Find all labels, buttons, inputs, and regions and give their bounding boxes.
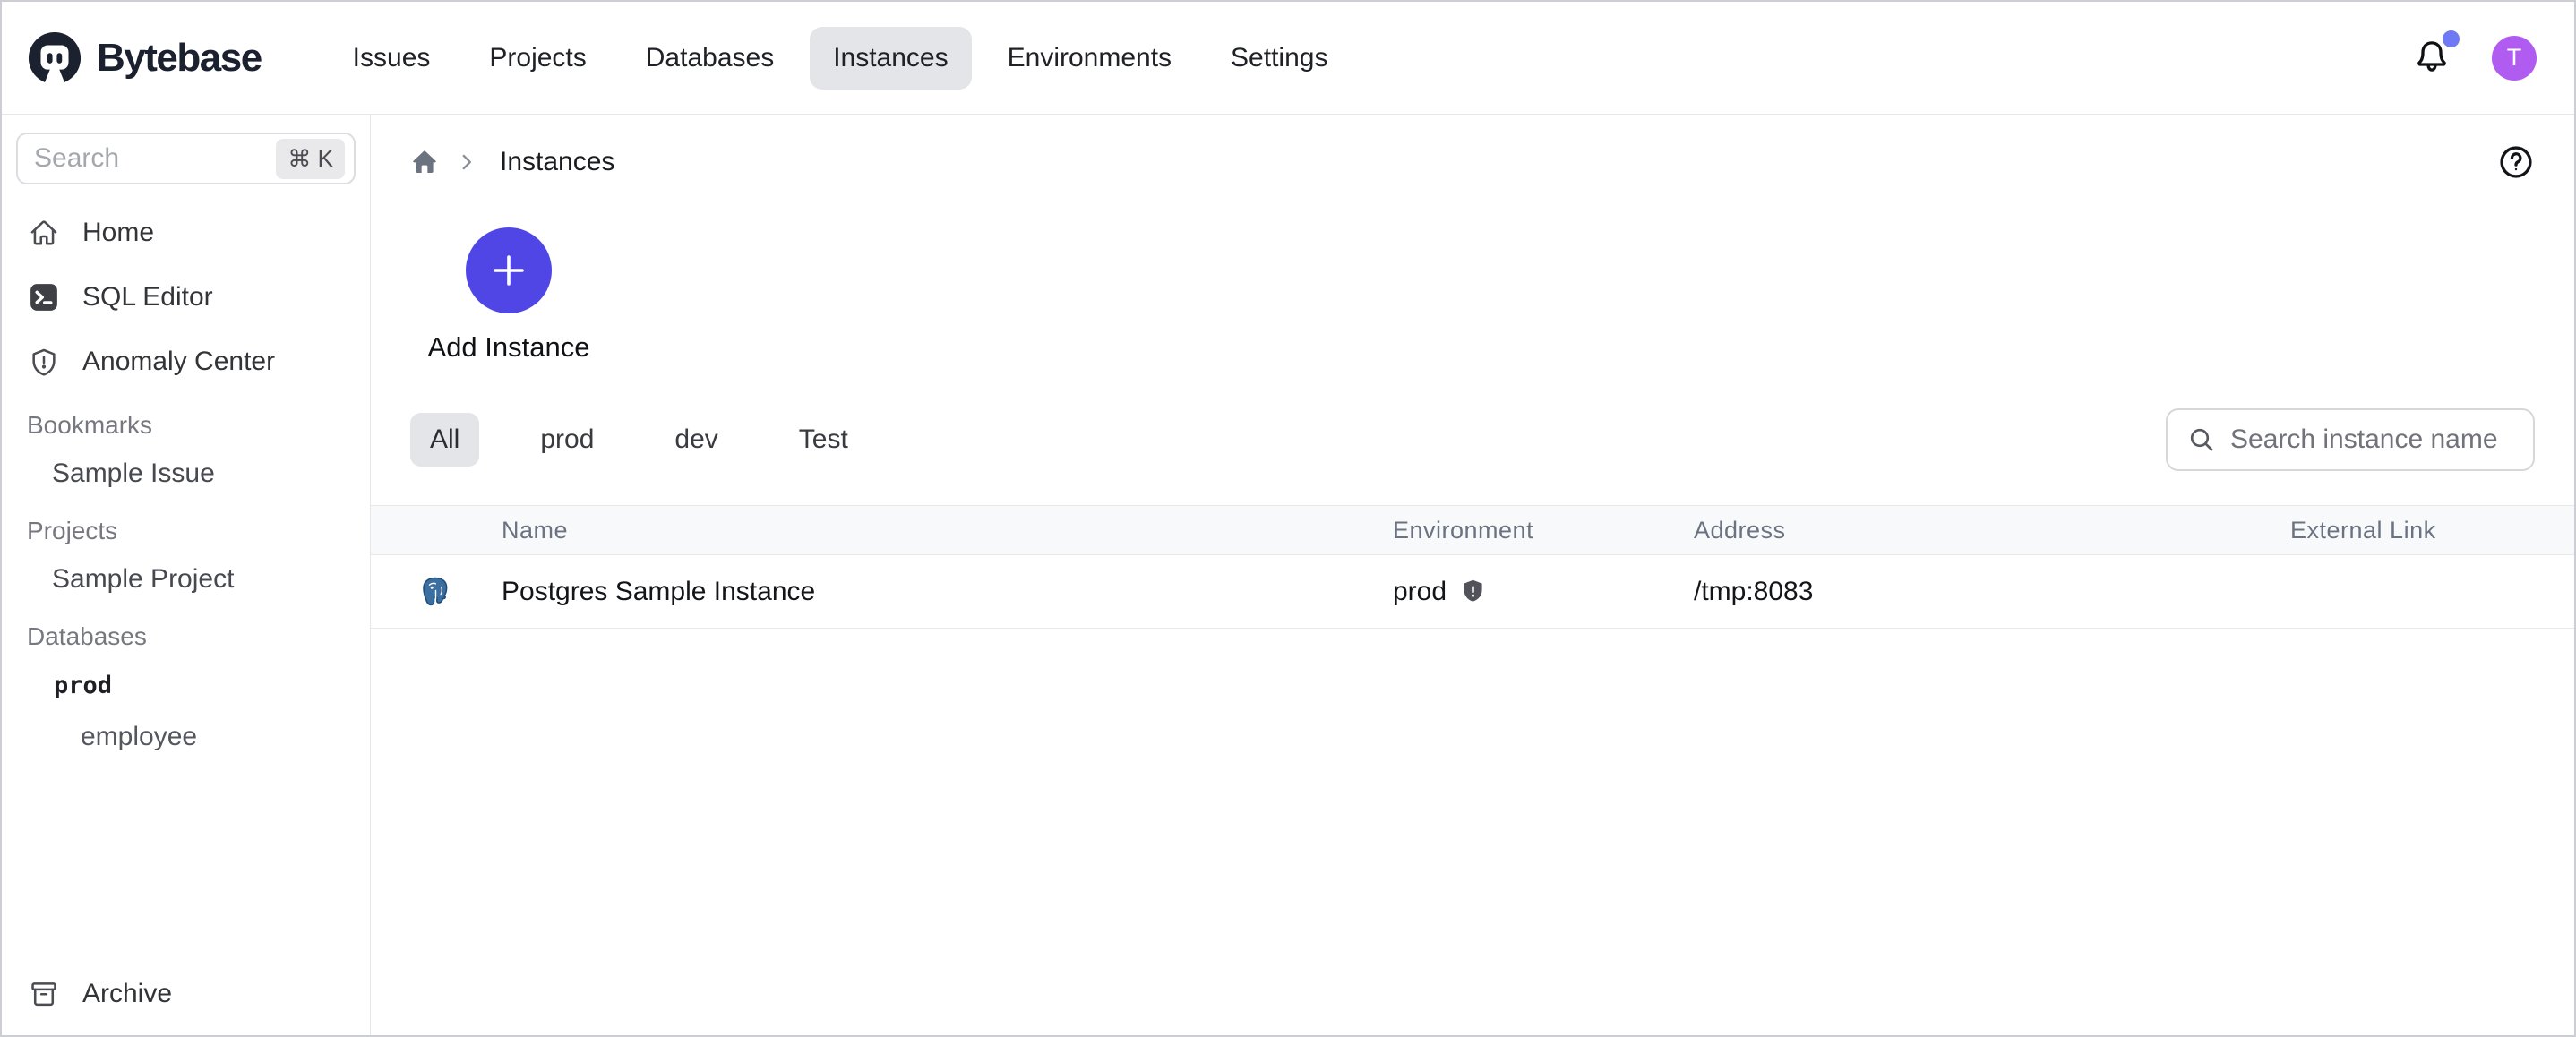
header-address: Address — [1694, 517, 2290, 544]
table-header-row: Name Environment Address External Link — [371, 505, 2574, 555]
sidebar-item-sample-issue[interactable]: Sample Issue — [2, 448, 370, 500]
sidebar-search[interactable]: ⌘ K — [16, 133, 356, 184]
plus-icon — [466, 227, 552, 313]
nav-item-settings[interactable]: Settings — [1207, 27, 1351, 90]
instance-address: /tmp:8083 — [1694, 577, 2290, 607]
instance-environment-cell: prod — [1393, 577, 1694, 607]
protected-shield-icon — [1459, 578, 1487, 605]
sidebar-search-input[interactable] — [34, 143, 269, 174]
sidebar-section-projects: Projects Sample Project — [2, 500, 370, 605]
sidebar-item-anomaly-center[interactable]: Anomaly Center — [2, 330, 370, 394]
header-name: Name — [502, 517, 1393, 544]
archive-icon — [29, 979, 59, 1009]
keyboard-shortcut-badge: ⌘ K — [276, 139, 345, 179]
instance-search-input[interactable] — [2230, 424, 2513, 455]
breadcrumb-home-icon[interactable] — [410, 148, 439, 176]
nav-item-environments[interactable]: Environments — [984, 27, 1195, 90]
app-body: ⌘ K Home — [2, 115, 2574, 1035]
section-title: Databases — [2, 614, 370, 659]
sidebar-item-label: Archive — [82, 979, 172, 1009]
user-avatar[interactable]: T — [2492, 36, 2537, 81]
section-title: Bookmarks — [2, 403, 370, 448]
sidebar-item-sample-project[interactable]: Sample Project — [2, 553, 370, 605]
avatar-initial: T — [2507, 44, 2522, 72]
sidebar-item-db-employee[interactable]: employee — [2, 711, 370, 763]
home-icon — [29, 218, 59, 248]
help-button[interactable] — [2497, 143, 2535, 181]
navbar-right: T — [2413, 36, 2537, 81]
breadcrumb: Instances — [371, 141, 2574, 183]
brand-name: Bytebase — [97, 36, 262, 81]
tab-prod[interactable]: prod — [520, 413, 614, 467]
sidebar: ⌘ K Home — [2, 115, 371, 1035]
sidebar-item-label: Anomaly Center — [82, 347, 275, 377]
main-content: Instances Add Instance — [371, 115, 2574, 1035]
sidebar-item-db-prod[interactable]: prod — [2, 659, 370, 711]
environment-filter-tabs: All prod dev Test — [371, 408, 2574, 471]
environment-name: prod — [1393, 577, 1447, 607]
primary-nav: Issues Projects Databases Instances Envi… — [330, 27, 1352, 90]
sidebar-section-databases: Databases prod employee — [2, 605, 370, 763]
bytebase-logo-icon — [27, 30, 82, 86]
top-navbar: Bytebase Issues Projects Databases Insta… — [2, 2, 2574, 115]
header-environment: Environment — [1393, 517, 1694, 544]
add-instance-label: Add Instance — [428, 331, 590, 364]
chevron-right-icon — [455, 150, 478, 174]
tab-all[interactable]: All — [410, 413, 479, 467]
notification-dot — [2443, 30, 2460, 47]
instance-name: Postgres Sample Instance — [502, 577, 1393, 607]
tab-dev[interactable]: dev — [655, 413, 737, 467]
sidebar-section-bookmarks: Bookmarks Sample Issue — [2, 394, 370, 500]
sidebar-nav: Home SQL Editor — [2, 201, 370, 394]
tab-test[interactable]: Test — [779, 413, 868, 467]
instance-search-box[interactable] — [2166, 408, 2535, 471]
sidebar-item-label: Home — [82, 218, 154, 248]
terminal-icon — [29, 282, 59, 313]
nav-item-instances[interactable]: Instances — [810, 27, 971, 90]
shield-exclamation-icon — [29, 347, 59, 377]
sidebar-item-label: SQL Editor — [82, 282, 213, 313]
nav-item-databases[interactable]: Databases — [623, 27, 797, 90]
sidebar-item-archive[interactable]: Archive — [2, 962, 370, 1026]
header-external-link: External Link — [2290, 517, 2574, 544]
instances-table: Name Environment Address External Link — [371, 505, 2574, 629]
notifications-button[interactable] — [2413, 38, 2451, 79]
section-title: Projects — [2, 509, 370, 553]
sidebar-item-home[interactable]: Home — [2, 201, 370, 265]
nav-item-issues[interactable]: Issues — [330, 27, 454, 90]
search-icon — [2187, 425, 2216, 454]
breadcrumb-current: Instances — [500, 147, 614, 177]
add-instance-button[interactable]: Add Instance — [421, 227, 597, 364]
app-window: Bytebase Issues Projects Databases Insta… — [0, 0, 2576, 1037]
sidebar-item-sql-editor[interactable]: SQL Editor — [2, 265, 370, 330]
postgres-icon — [417, 574, 453, 610]
brand-logo[interactable]: Bytebase — [27, 30, 262, 86]
sidebar-footer: Archive — [2, 962, 370, 1026]
nav-item-projects[interactable]: Projects — [466, 27, 609, 90]
engine-icon-cell — [371, 574, 502, 610]
table-row[interactable]: Postgres Sample Instance prod /tmp:8083 — [371, 555, 2574, 629]
